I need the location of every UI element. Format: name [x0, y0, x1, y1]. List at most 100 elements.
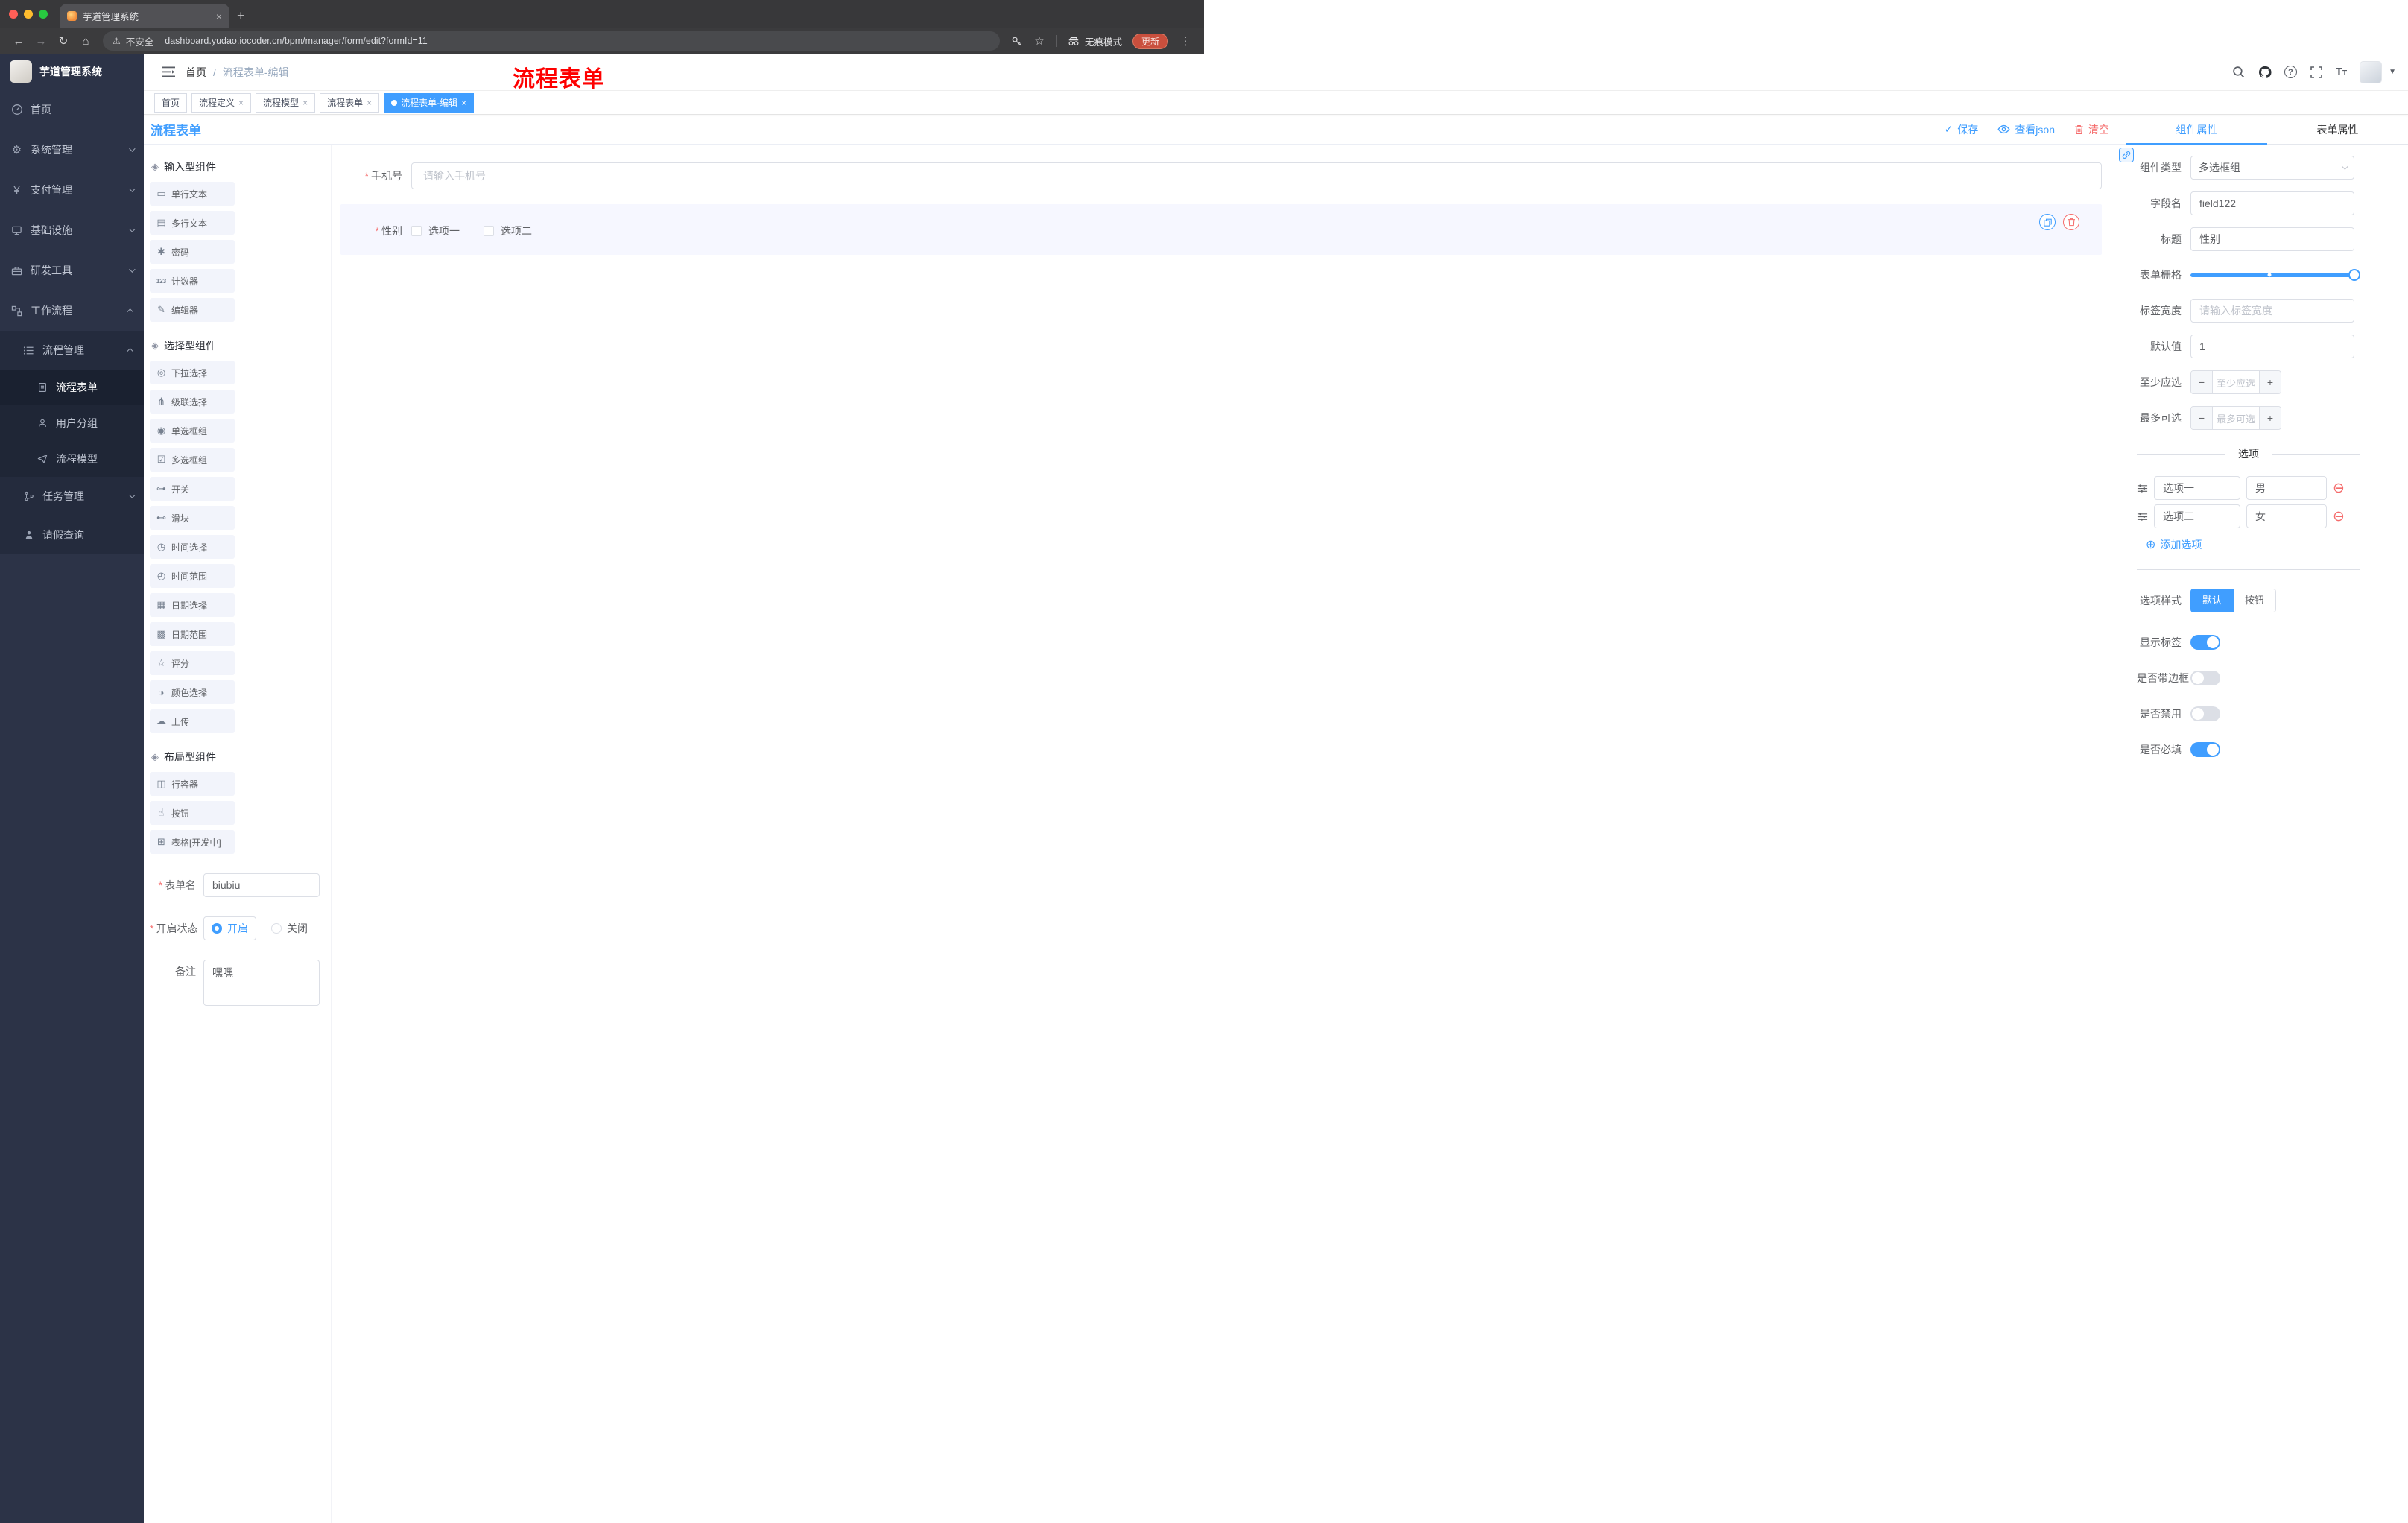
- breadcrumb-home[interactable]: 首页: [186, 65, 206, 80]
- minus-icon[interactable]: −: [2191, 371, 2212, 393]
- font-size-icon[interactable]: TT: [2336, 66, 2347, 78]
- sidebar-item-process-model[interactable]: 流程模型: [0, 441, 144, 477]
- option-value-input[interactable]: [2246, 476, 2327, 500]
- tag-home[interactable]: 首页: [154, 92, 188, 113]
- palette-item-password[interactable]: ✱ 密码: [150, 240, 235, 264]
- field-name-input[interactable]: [2190, 191, 2354, 215]
- palette-item-radio-group[interactable]: ◉ 单选框组: [150, 419, 235, 443]
- palette-item-editor[interactable]: ✎ 编辑器: [150, 298, 235, 322]
- plus-icon[interactable]: +: [2260, 371, 2281, 393]
- drag-handle-icon[interactable]: [2137, 511, 2148, 522]
- form-name-input[interactable]: [203, 873, 320, 897]
- help-icon[interactable]: ?: [2284, 66, 2297, 78]
- phone-input[interactable]: 请输入手机号: [411, 162, 2102, 189]
- required-switch[interactable]: [2190, 742, 2220, 757]
- tag-process-form-edit[interactable]: 流程表单-编辑 ×: [384, 92, 475, 113]
- gender-option1-checkbox[interactable]: 选项一: [411, 224, 460, 238]
- form-remark-textarea[interactable]: 嘿嘿: [203, 960, 320, 1006]
- sidebar-item-workflow[interactable]: 工作流程: [0, 291, 144, 331]
- tab-component-props[interactable]: 组件属性: [2126, 115, 2267, 145]
- copy-widget-button[interactable]: [2039, 214, 2056, 230]
- palette-item-select[interactable]: ◎ 下拉选择: [150, 361, 235, 384]
- remove-option-icon[interactable]: ⊖: [2333, 510, 2345, 524]
- palette-item-cascader[interactable]: ⋔ 级联选择: [150, 390, 235, 414]
- browser-tab[interactable]: 芋道管理系统 ×: [60, 4, 229, 28]
- gender-widget-selected[interactable]: 性别 选项一 选项二: [340, 204, 2102, 255]
- palette-item-time-range[interactable]: ◴ 时间范围: [150, 564, 235, 588]
- palette-item-switch[interactable]: ⊶ 开关: [150, 477, 235, 501]
- default-value-input[interactable]: [2190, 335, 2354, 358]
- gender-option2-checkbox[interactable]: 选项二: [484, 224, 532, 238]
- component-type-select[interactable]: 多选框组: [2190, 156, 2354, 180]
- max-select-stepper[interactable]: − 最多可选 +: [2190, 406, 2281, 430]
- search-icon[interactable]: [2232, 66, 2246, 79]
- password-key-icon[interactable]: [1007, 31, 1027, 51]
- sidebar-item-process-mgmt[interactable]: 流程管理: [0, 331, 144, 370]
- sidebar-item-leave-query[interactable]: 请假查询: [0, 516, 144, 554]
- option-value-input[interactable]: [2246, 504, 2327, 528]
- tag-process-definition[interactable]: 流程定义 ×: [191, 92, 252, 113]
- sidebar-item-task-mgmt[interactable]: 任务管理: [0, 477, 144, 516]
- back-icon[interactable]: ←: [9, 31, 28, 51]
- palette-item-button[interactable]: ☝ 按钮: [150, 801, 235, 825]
- forward-icon[interactable]: →: [31, 31, 51, 51]
- tab-form-props[interactable]: 表单属性: [2267, 115, 2408, 144]
- update-button[interactable]: 更新: [1132, 33, 1168, 49]
- style-default-button[interactable]: 默认: [2190, 589, 2234, 612]
- sidebar-item-system[interactable]: ⚙ 系统管理: [0, 130, 144, 170]
- minus-icon[interactable]: −: [2191, 407, 2212, 429]
- option-label-input[interactable]: [2154, 504, 2240, 528]
- home-icon[interactable]: ⌂: [76, 31, 95, 51]
- address-bar[interactable]: ⚠ 不安全 dashboard.yudao.iocoder.cn/bpm/man…: [103, 31, 1000, 51]
- palette-item-rate[interactable]: ☆ 评分: [150, 651, 235, 675]
- close-icon[interactable]: ×: [367, 98, 372, 108]
- browser-menu-icon[interactable]: ⋮: [1176, 31, 1195, 51]
- status-on-radio[interactable]: 开启: [203, 916, 256, 940]
- disabled-switch[interactable]: [2190, 706, 2220, 721]
- sidebar-item-user-groups[interactable]: 用户分组: [0, 405, 144, 441]
- github-icon[interactable]: [2258, 66, 2272, 79]
- tag-process-form[interactable]: 流程表单 ×: [320, 92, 380, 113]
- minimize-window-button[interactable]: [24, 10, 33, 19]
- avatar[interactable]: [2360, 60, 2383, 83]
- close-icon[interactable]: ×: [238, 98, 244, 108]
- form-canvas[interactable]: 手机号 请输入手机号: [332, 145, 2126, 1523]
- option-label-input[interactable]: [2154, 476, 2240, 500]
- slider-handle[interactable]: [2348, 269, 2360, 281]
- palette-item-number[interactable]: 123 计数器: [150, 269, 235, 293]
- palette-item-table[interactable]: ⊞ 表格[开发中]: [150, 830, 235, 854]
- show-label-switch[interactable]: [2190, 635, 2220, 650]
- min-select-stepper[interactable]: − 至少应选 +: [2190, 370, 2281, 394]
- add-option-button[interactable]: ⊕ 添加选项: [2146, 537, 2360, 552]
- maximize-window-button[interactable]: [39, 10, 48, 19]
- palette-item-row-container[interactable]: ◫ 行容器: [150, 772, 235, 796]
- sidebar-item-infra[interactable]: 基础设施: [0, 210, 144, 250]
- sidebar-item-payment[interactable]: ¥ 支付管理: [0, 170, 144, 210]
- title-input[interactable]: [2190, 227, 2354, 251]
- sidebar-item-home[interactable]: 首页: [0, 89, 144, 130]
- status-off-radio[interactable]: 关闭: [271, 916, 308, 940]
- tag-process-model[interactable]: 流程模型 ×: [256, 92, 316, 113]
- palette-item-input[interactable]: ▭ 单行文本: [150, 182, 235, 206]
- style-button-button[interactable]: 按钮: [2234, 589, 2277, 612]
- drag-handle-icon[interactable]: [2137, 483, 2148, 494]
- sidebar-item-devtools[interactable]: 研发工具: [0, 250, 144, 291]
- sidebar-collapse-icon[interactable]: [162, 66, 175, 77]
- new-tab-button[interactable]: +: [237, 8, 245, 28]
- palette-item-upload[interactable]: ☁ 上传: [150, 709, 235, 733]
- fullscreen-icon[interactable]: [2310, 66, 2323, 79]
- sidebar-item-process-form[interactable]: 流程表单: [0, 370, 144, 405]
- label-width-input[interactable]: [2190, 299, 2354, 323]
- palette-item-date-range[interactable]: ▩ 日期范围: [150, 622, 235, 646]
- form-grid-slider[interactable]: [2190, 263, 2360, 287]
- palette-item-color-picker[interactable]: ◑ 颜色选择: [150, 680, 235, 704]
- clear-button[interactable]: 清空: [2074, 122, 2109, 137]
- close-icon[interactable]: ×: [302, 98, 308, 108]
- delete-widget-button[interactable]: [2063, 214, 2079, 230]
- palette-item-date-picker[interactable]: ▦ 日期选择: [150, 593, 235, 617]
- bookmark-star-icon[interactable]: ☆: [1030, 31, 1049, 51]
- close-window-button[interactable]: [9, 10, 18, 19]
- panel-link-icon[interactable]: [2119, 148, 2134, 162]
- view-json-button[interactable]: 查看json: [1997, 122, 2055, 137]
- palette-item-checkbox-group[interactable]: ☑ 多选框组: [150, 448, 235, 472]
